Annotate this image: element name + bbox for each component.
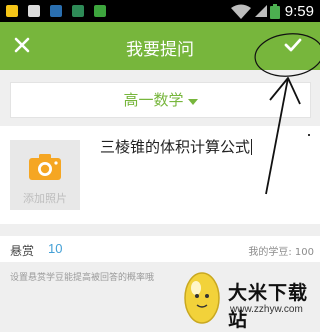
watermark: 大米下载站 www.zzhyw.com bbox=[180, 268, 320, 331]
mail-icon bbox=[28, 5, 40, 17]
status-bar: 9:59 bbox=[0, 0, 320, 22]
watermark-url: www.zzhyw.com bbox=[230, 304, 303, 315]
add-photo-button[interactable]: 添加照片 bbox=[10, 140, 80, 210]
reward-row: 悬赏 10 我的学豆: 100 bbox=[0, 236, 320, 262]
page-title: 我要提问 bbox=[126, 40, 194, 60]
question-input[interactable]: 三棱锥的体积计算公式 bbox=[100, 136, 253, 157]
camera-icon bbox=[29, 154, 61, 180]
add-photo-label: 添加照片 bbox=[23, 192, 67, 205]
signal-icon bbox=[255, 5, 267, 17]
reward-hint: 设置悬赏学豆能提高被回答的概率哦 bbox=[10, 273, 155, 283]
skype-icon bbox=[50, 5, 62, 17]
subject-label: 高一数学 bbox=[123, 91, 184, 109]
question-card: 添加照片 三棱锥的体积计算公式 bbox=[0, 126, 320, 224]
question-text: 三棱锥的体积计算公式 bbox=[100, 138, 251, 156]
chevron-down-icon bbox=[187, 98, 198, 105]
my-beans: 我的学豆: 100 bbox=[248, 247, 314, 258]
speck bbox=[308, 134, 310, 136]
reward-value[interactable]: 10 bbox=[48, 241, 62, 256]
check-icon bbox=[284, 38, 302, 52]
sim-icon bbox=[6, 5, 18, 17]
text-cursor bbox=[251, 139, 253, 155]
clock: 9:59 bbox=[284, 3, 314, 20]
wifi-icon bbox=[231, 4, 251, 19]
reward-label: 悬赏 bbox=[10, 244, 35, 258]
battery-icon bbox=[270, 4, 280, 19]
usb-icon bbox=[72, 5, 84, 17]
android-icon bbox=[94, 5, 106, 17]
submit-button[interactable] bbox=[280, 32, 306, 58]
subject-selector[interactable]: 高一数学 bbox=[10, 82, 311, 118]
rice-mascot-logo bbox=[184, 272, 220, 324]
header: 我要提问 bbox=[0, 22, 320, 70]
